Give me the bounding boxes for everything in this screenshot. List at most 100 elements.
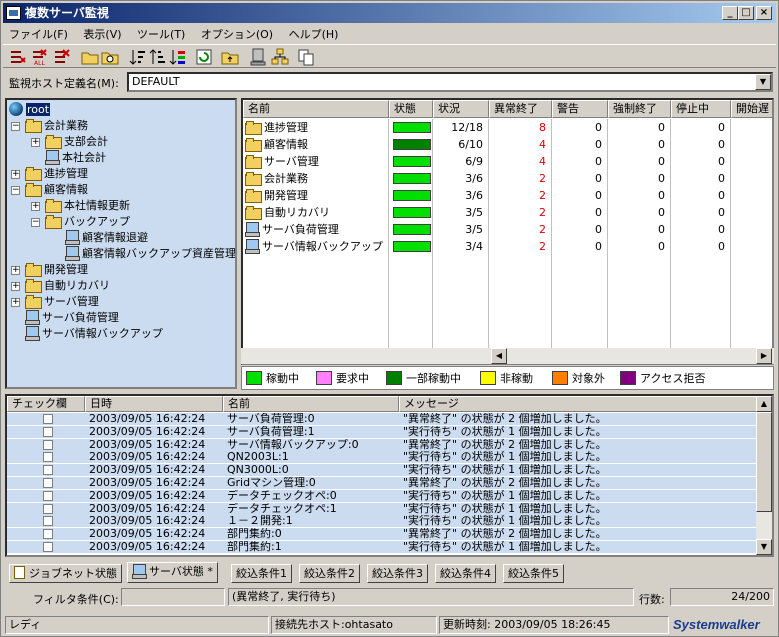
chevron-down-icon[interactable]: ▼: [755, 74, 771, 90]
host-select[interactable]: DEFAULT ▼: [127, 72, 773, 92]
menu-help[interactable]: ヘルプ(H): [283, 24, 345, 44]
message-checkbox[interactable]: [43, 414, 53, 424]
grid-row[interactable]: 会計業務 3/6 2 0 0 0: [243, 170, 772, 187]
copy-icon[interactable]: [297, 48, 315, 66]
tree-item[interactable]: + 支部会計: [31, 134, 108, 150]
grid-row[interactable]: 開発管理 3/6 2 0 0 0: [243, 187, 772, 204]
grid-row[interactable]: サーバ管理 6/9 4 0 0 0: [243, 153, 772, 170]
message-checkbox[interactable]: [43, 503, 53, 514]
tree-item[interactable]: + 開発管理: [11, 262, 88, 278]
expand-icon[interactable]: +: [31, 202, 40, 211]
tab-2[interactable]: 絞込条件1: [231, 564, 292, 583]
tab-5[interactable]: 絞込条件4: [435, 564, 496, 583]
tree-item[interactable]: サーバ負荷管理: [25, 310, 119, 326]
message-header[interactable]: 日時: [85, 396, 223, 412]
menu-options[interactable]: オプション(O): [195, 24, 279, 44]
close-button[interactable]: ×: [756, 6, 772, 20]
message-checkbox[interactable]: [43, 542, 53, 552]
message-header[interactable]: チェック欄: [7, 396, 85, 412]
message-row[interactable]: 2003/09/05 16:42:24 QN2003L:1 "実行待ち" の状態が …: [7, 451, 757, 464]
scroll-thumb[interactable]: [756, 412, 772, 512]
grid-header[interactable]: 名前: [243, 100, 389, 118]
message-row[interactable]: 2003/09/05 16:42:24 サーバ負荷管理:0 "異常終了" の状態が …: [7, 413, 757, 425]
grid-horizontal-scrollbar[interactable]: ◀ ▶: [241, 348, 774, 364]
message-checkbox[interactable]: [43, 439, 53, 450]
message-checkbox[interactable]: [43, 478, 53, 488]
message-vertical-scrollbar[interactable]: ▲ ▼: [756, 396, 772, 555]
grid-header[interactable]: 状況: [433, 100, 489, 118]
tree-item[interactable]: 顧客情報バックアップ資産管理: [65, 246, 235, 262]
message-header[interactable]: メッセージ: [399, 396, 757, 412]
message-row[interactable]: 2003/09/05 16:42:24 部門集約:0 "異常終了" の状態が 2 個…: [7, 528, 757, 541]
scroll-up-icon[interactable]: ▲: [756, 396, 772, 412]
tree-item[interactable]: + 本社情報更新: [31, 198, 130, 214]
tree-item[interactable]: − 顧客情報: [11, 182, 88, 198]
message-row[interactable]: 2003/09/05 16:42:24 サーバ負荷管理:1 "実行待ち" の状態が …: [7, 425, 757, 438]
collapse-icon[interactable]: −: [11, 122, 20, 131]
message-checkbox[interactable]: [43, 452, 53, 463]
clear-icon[interactable]: [53, 48, 71, 66]
sort-color-icon[interactable]: [169, 48, 187, 66]
tab-6[interactable]: 絞込条件5: [503, 564, 564, 583]
grid-row[interactable]: 進捗管理 12/18 8 0 0 0: [243, 119, 772, 136]
message-checkbox[interactable]: [43, 465, 53, 476]
folder-icon[interactable]: [81, 48, 99, 66]
filter-list-icon[interactable]: [9, 48, 27, 66]
server-icon[interactable]: [249, 48, 267, 66]
menu-view[interactable]: 表示(V): [77, 24, 127, 44]
message-row[interactable]: 2003/09/05 16:42:24 データチェックオペ:1 "実行待ち" の状態…: [7, 502, 757, 515]
collapse-icon[interactable]: −: [11, 186, 20, 195]
message-row[interactable]: 2003/09/05 16:42:24 サーバ情報バックアップ:0 "異常終了" の…: [7, 438, 757, 451]
grid-row[interactable]: 自動リカバリ 3/5 2 0 0 0: [243, 204, 772, 221]
grid-header[interactable]: 停止中: [671, 100, 731, 118]
tree-item[interactable]: − 会計業務: [11, 118, 88, 134]
grid-header[interactable]: 警告: [552, 100, 608, 118]
tab-4[interactable]: 絞込条件3: [367, 564, 428, 583]
message-checkbox[interactable]: [43, 516, 53, 527]
scroll-left-icon[interactable]: ◀: [491, 348, 507, 364]
message-row[interactable]: 2003/09/05 16:42:24 データチェックオペ:0 "実行待ち" の状態…: [7, 489, 757, 502]
refresh-icon[interactable]: [195, 48, 213, 66]
minimize-button[interactable]: _: [722, 6, 738, 20]
message-checkbox[interactable]: [43, 490, 53, 501]
expand-icon[interactable]: +: [11, 298, 20, 307]
grid-header[interactable]: 強制終了: [608, 100, 671, 118]
tab-1[interactable]: サーバ状態 *: [127, 562, 218, 583]
tab-0[interactable]: ジョブネット状態: [9, 564, 122, 583]
tree-item[interactable]: + 自動リカバリ: [11, 278, 110, 294]
scroll-down-icon[interactable]: ▼: [756, 539, 772, 555]
grid-header[interactable]: 状態: [389, 100, 433, 118]
expand-icon[interactable]: +: [31, 138, 40, 147]
up-folder-icon[interactable]: [221, 48, 239, 66]
network-icon[interactable]: [271, 48, 289, 66]
tree-item[interactable]: 本社会計: [45, 150, 106, 166]
tree-root[interactable]: root: [9, 102, 51, 118]
open-folder-icon[interactable]: [101, 48, 119, 66]
collapse-icon[interactable]: −: [31, 218, 40, 227]
message-checkbox[interactable]: [43, 529, 53, 540]
expand-icon[interactable]: +: [11, 170, 20, 179]
filter-all-icon[interactable]: ALL: [31, 48, 49, 67]
tree-item[interactable]: + 進捗管理: [11, 166, 88, 182]
message-header[interactable]: 名前: [223, 396, 399, 412]
message-row[interactable]: 2003/09/05 16:42:24 QN3000L:0 "実行待ち" の状態が …: [7, 464, 757, 477]
menu-tools[interactable]: ツール(T): [131, 24, 191, 44]
grid-header[interactable]: 異常終了: [489, 100, 552, 118]
message-row[interactable]: 2003/09/05 16:42:24 １－２開発:1 "実行待ち" の状態が 1 …: [7, 515, 757, 528]
grid-row[interactable]: サーバ情報バックアップ 3/4 2 0 0 0: [243, 238, 772, 255]
message-checkbox[interactable]: [43, 426, 53, 437]
grid-header[interactable]: 開始遅: [731, 100, 772, 118]
scroll-right-icon[interactable]: ▶: [756, 348, 772, 364]
message-row[interactable]: 2003/09/05 16:42:24 Gridマシン管理:0 "異常終了" の状態…: [7, 477, 757, 489]
message-row[interactable]: 2003/09/05 16:42:24 部門集約:1 "実行待ち" の状態が 1 個…: [7, 541, 757, 553]
grid-row[interactable]: 顧客情報 6/10 4 0 0 0: [243, 136, 772, 153]
tree-item[interactable]: サーバ情報バックアップ: [25, 326, 163, 342]
grid-row[interactable]: サーバ負荷管理 3/5 2 0 0 0: [243, 221, 772, 238]
sort-ascending-icon[interactable]: [129, 48, 147, 66]
maximize-button[interactable]: □: [738, 6, 754, 20]
sort-descending-icon[interactable]: [149, 48, 167, 66]
expand-icon[interactable]: +: [11, 266, 20, 275]
tab-3[interactable]: 絞込条件2: [299, 564, 360, 583]
menu-file[interactable]: ファイル(F): [3, 24, 74, 44]
tree-item[interactable]: + サーバ管理: [11, 294, 99, 310]
